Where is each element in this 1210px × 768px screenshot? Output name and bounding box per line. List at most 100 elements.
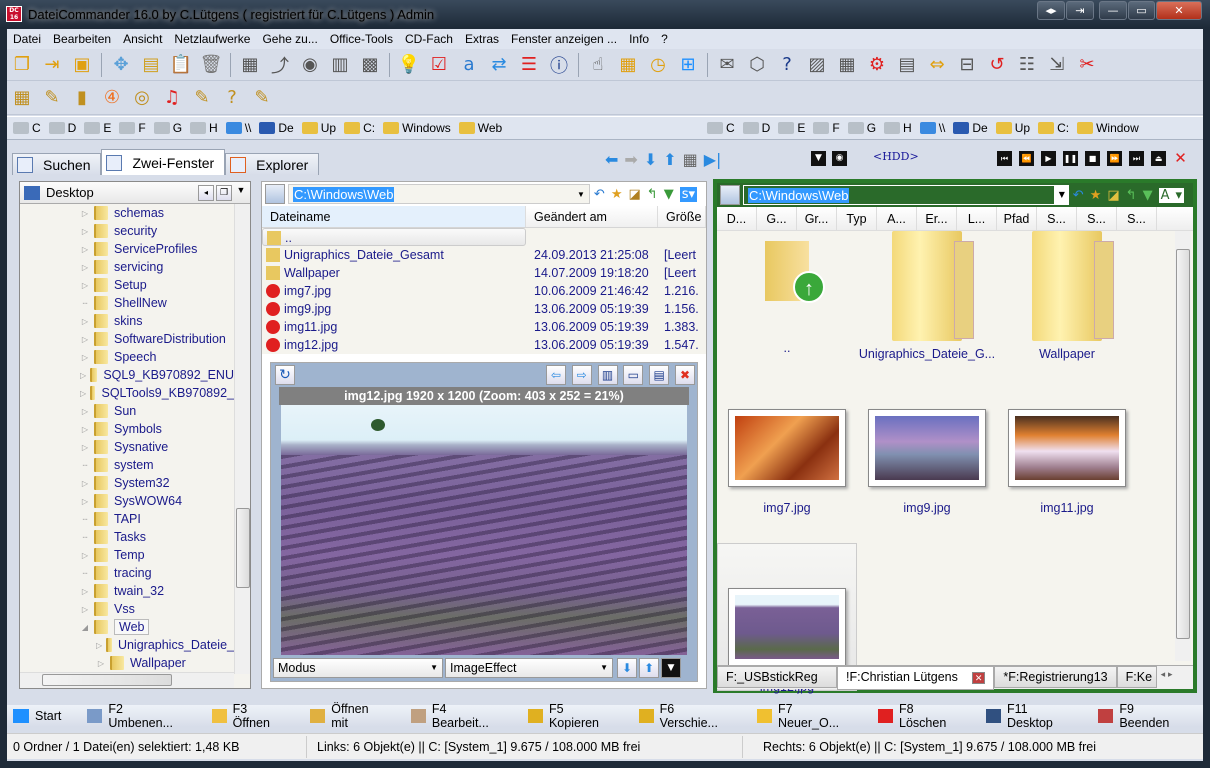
column-header[interactable]: G... — [757, 207, 797, 230]
pointer-icon[interactable]: ☝ — [585, 52, 611, 78]
rewind-icon[interactable]: ⏪ — [1019, 151, 1034, 166]
fkey-f9-beenden[interactable]: F9 Beenden — [1092, 702, 1183, 730]
down-arrow-icon[interactable]: ⬇ — [644, 150, 657, 169]
maximize-button[interactable]: ▭ — [1128, 1, 1155, 20]
tree-item[interactable]: ┄ ShellNew — [20, 294, 234, 312]
expand-arrow-icon[interactable]: ▷ — [80, 443, 90, 452]
fkey-f8-l-schen[interactable]: F8 Löschen — [872, 702, 960, 730]
scroll-thumb[interactable] — [42, 674, 172, 686]
eject-icon[interactable]: ⏏ — [1151, 151, 1166, 166]
tree-item[interactable]: ▷ Temp — [20, 546, 234, 564]
drive-button-8[interactable]: Up — [995, 121, 1030, 135]
minimize-button[interactable]: — — [1099, 1, 1127, 20]
tab-suchen[interactable]: Suchen — [12, 153, 102, 175]
new-folder-icon[interactable]: ▣ — [69, 52, 95, 78]
tree-item[interactable]: ▷ twain_32 — [20, 582, 234, 600]
menu-item-gehe-zu[interactable]: Gehe zu... — [256, 32, 323, 46]
expand-arrow-icon[interactable]: ▷ — [80, 605, 90, 614]
calculator-icon[interactable]: ▦ — [9, 85, 35, 111]
tree-root-selector[interactable]: Desktop ◂ ❐ ▼ — [20, 182, 250, 204]
export-window-button[interactable]: ⇥ — [1066, 1, 1094, 20]
drive-button-9[interactable]: C: — [344, 121, 375, 135]
jump-end-icon[interactable]: ▶| — [704, 150, 722, 169]
column-header[interactable]: S... — [1077, 207, 1117, 230]
drive-button-5[interactable]: H — [190, 121, 218, 135]
drive-button-10[interactable]: Window — [1077, 121, 1139, 135]
refresh-arrow-icon[interactable]: ↰ — [647, 187, 658, 202]
file-row[interactable]: Unigraphics_Dateie_Gesamt 24.09.2013 21:2… — [262, 246, 706, 264]
modus-select[interactable]: Modus — [273, 658, 443, 678]
column-header[interactable]: S... — [1037, 207, 1077, 230]
prev-image-button[interactable]: ⇦ — [545, 365, 566, 385]
tree-item[interactable]: ▷ Sysnative — [20, 438, 234, 456]
tree-horizontal-scrollbar[interactable] — [20, 672, 234, 688]
tree-back-button[interactable]: ◂ — [198, 184, 214, 201]
drive-button-2[interactable]: E — [778, 121, 805, 135]
split-icon[interactable]: ⊟ — [954, 52, 980, 78]
tab-close-icon[interactable]: ✕ — [971, 672, 986, 684]
tree-item[interactable]: ▷ Unigraphics_Dateie_ — [20, 636, 234, 654]
close-button[interactable]: ✕ — [1156, 1, 1202, 20]
refresh-icon[interactable]: ↻ — [275, 365, 295, 385]
expand-arrow-icon[interactable]: ▷ — [80, 497, 90, 506]
column-header[interactable]: Gr... — [797, 207, 837, 230]
menu-item-fenster-anzeigen[interactable]: Fenster anzeigen ... — [505, 32, 623, 46]
column-header[interactable]: S... — [1117, 207, 1157, 230]
expand-arrow-icon[interactable]: ▷ — [80, 479, 90, 488]
drive-button-1[interactable]: D — [742, 121, 770, 135]
folder-edit-icon[interactable]: ◪ — [628, 187, 640, 202]
info-icon[interactable]: ⓘ — [546, 52, 572, 78]
tree-item[interactable]: ▷ SQLTools9_KB970892_ — [20, 384, 234, 402]
four-icon[interactable]: ④ — [99, 85, 125, 111]
expand-arrow-icon[interactable]: ◢ — [80, 623, 90, 632]
refresh-arrow-icon[interactable]: ↰ — [1126, 188, 1137, 203]
fkey-f2-umbenen[interactable]: F2 Umbenen... — [81, 702, 185, 730]
file-row[interactable]: img12.jpg 13.06.2009 05:19:39 1.547. — [262, 336, 706, 354]
expand-arrow-icon[interactable]: ▷ — [80, 551, 90, 560]
folder-tab[interactable]: F:Ke — [1116, 666, 1157, 688]
expand-arrow-icon[interactable]: ▷ — [80, 263, 90, 272]
menu-item-extras[interactable]: Extras — [459, 32, 505, 46]
folder-size-icon[interactable]: ▤ — [138, 52, 164, 78]
tree-item[interactable]: ▷ Setup — [20, 276, 234, 294]
lightbulb-icon[interactable]: 💡 — [396, 52, 422, 78]
expand-arrow-icon[interactable]: ▷ — [80, 227, 90, 236]
trash-icon[interactable]: 🗑 — [198, 52, 224, 78]
tree-item[interactable]: ▷ skins — [20, 312, 234, 330]
notepad-icon[interactable]: ✎ — [39, 85, 65, 111]
folder-tab[interactable]: !F:Christian Lütgens ✕ — [837, 666, 995, 690]
fkey--ffnen-mit[interactable]: Öffnen mit — [304, 702, 385, 730]
play-icon[interactable]: ▶ — [1041, 151, 1056, 166]
edit2-icon[interactable]: ✎ — [249, 85, 275, 111]
scroll-thumb[interactable] — [1176, 249, 1190, 639]
right-vertical-scrollbar[interactable] — [1175, 231, 1191, 661]
resize-icon[interactable]: ⇲ — [1044, 52, 1070, 78]
sort-selector[interactable]: s▾ — [679, 186, 697, 202]
image-thumbnail[interactable]: img9.jpg — [857, 401, 997, 515]
menu-item-cd-fach[interactable]: CD-Fach — [399, 32, 459, 46]
copy-icon[interactable]: ❐ — [9, 52, 35, 78]
menu-item-datei[interactable]: Datei — [7, 32, 47, 46]
menu-item-netzlaufwerke[interactable]: Netzlaufwerke — [168, 32, 256, 46]
windows-icon[interactable]: ⊞ — [675, 52, 701, 78]
scissors-icon[interactable]: ✂ — [1074, 52, 1100, 78]
tree-dropdown-icon[interactable]: ▼ — [232, 185, 250, 201]
clipboard-icon[interactable]: 📋 — [168, 52, 194, 78]
layout-button[interactable]: ◂▸ — [1037, 1, 1065, 20]
expand-arrow-icon[interactable]: ▷ — [96, 659, 106, 668]
folder-tab[interactable]: F:_USBstickReg — [717, 666, 837, 688]
tab-explorer[interactable]: Explorer — [225, 153, 320, 175]
scroll-thumb[interactable] — [236, 508, 250, 588]
image-thumbnail[interactable]: img11.jpg — [997, 401, 1137, 515]
undo-icon[interactable]: ↺ — [984, 52, 1010, 78]
columns-icon[interactable]: ☷ — [1014, 52, 1040, 78]
grid-icon[interactable]: ▦ — [615, 52, 641, 78]
fkey-f3-ffnen[interactable]: F3 Öffnen — [206, 702, 285, 730]
fkey-f6-verschie[interactable]: F6 Verschie... — [633, 702, 731, 730]
filter-icon[interactable]: ▼ — [664, 187, 674, 202]
image-thumbnail[interactable]: img7.jpg — [717, 401, 857, 515]
tree-vertical-scrollbar[interactable] — [234, 204, 250, 674]
expand-arrow-icon[interactable]: ▷ — [80, 371, 86, 380]
drive-button-6[interactable]: \\ — [225, 121, 251, 135]
tree-item[interactable]: ▷ SQL9_KB970892_ENU — [20, 366, 234, 384]
